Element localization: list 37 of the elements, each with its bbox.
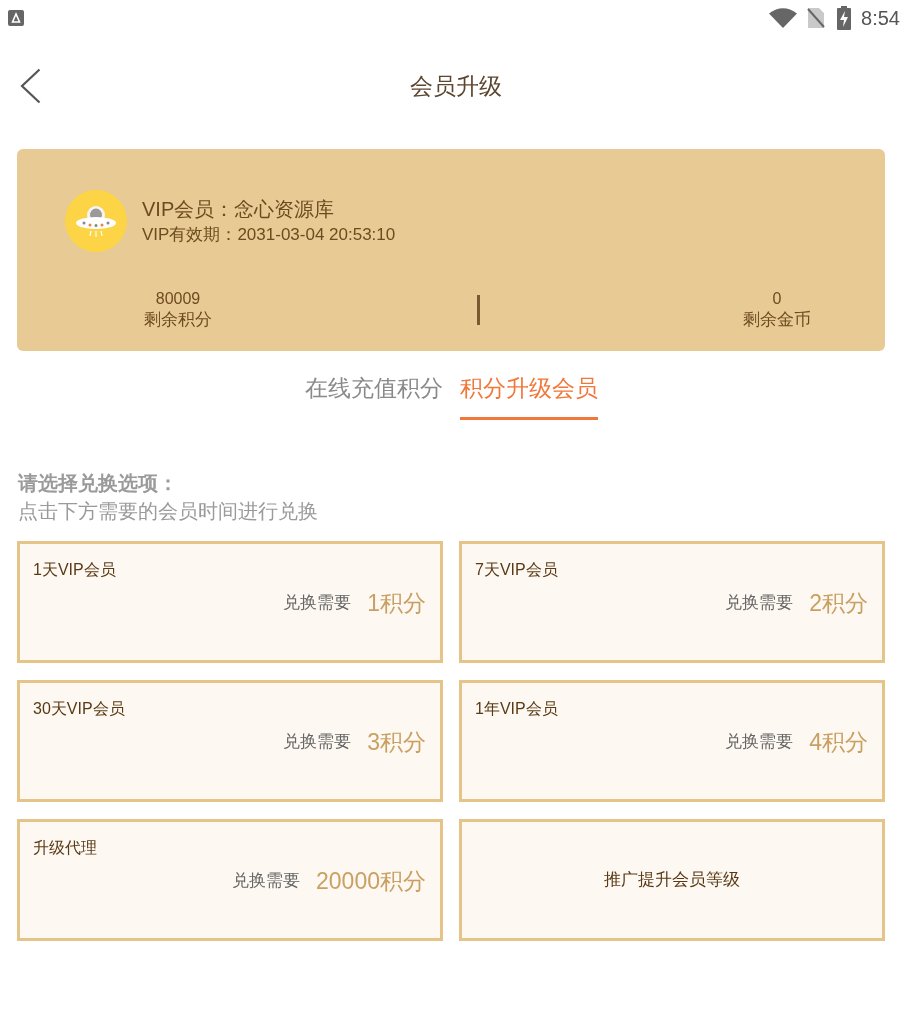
exchange-option-card[interactable]: 30天VIP会员 兑换需要 3积分 bbox=[17, 680, 443, 802]
option-title: 7天VIP会员 bbox=[475, 560, 558, 580]
cost-label: 兑换需要 bbox=[283, 592, 352, 614]
stat-label: 剩余金币 bbox=[743, 309, 811, 331]
option-title: 1年VIP会员 bbox=[475, 699, 558, 719]
wifi-icon bbox=[769, 8, 798, 28]
cost-label: 兑换需要 bbox=[283, 731, 352, 753]
cost-label: 兑换需要 bbox=[725, 731, 794, 753]
back-icon[interactable] bbox=[20, 68, 41, 104]
stat-value: 80009 bbox=[155, 289, 201, 309]
cost-points: 4积分 bbox=[809, 728, 868, 757]
clock-time: 8:54 bbox=[861, 6, 900, 30]
cost-points: 2积分 bbox=[809, 589, 868, 618]
cost-points: 1积分 bbox=[367, 589, 426, 618]
battery-charging-icon bbox=[837, 6, 852, 30]
promote-level-button[interactable]: 推广提升会员等级 bbox=[459, 819, 885, 941]
cost-points: 20000积分 bbox=[316, 867, 426, 896]
cost-label: 兑换需要 bbox=[232, 870, 301, 892]
section-hint: 点击下方需要的会员时间进行兑换 bbox=[18, 499, 318, 524]
no-sim-icon bbox=[807, 7, 826, 29]
member-name: VIP会员：念心资源库 bbox=[142, 196, 336, 222]
section-heading: 请选择兑换选项： bbox=[18, 471, 178, 496]
cost-label: 兑换需要 bbox=[725, 592, 794, 614]
option-title: 1天VIP会员 bbox=[33, 560, 116, 580]
option-title: 升级代理 bbox=[33, 838, 97, 858]
vip-expiry-date: VIP有效期：2031-03-04 20:53:10 bbox=[142, 223, 396, 246]
stat-value: 0 bbox=[772, 289, 782, 309]
stat-label: 剩余积分 bbox=[144, 309, 212, 331]
exchange-option-card[interactable]: 1年VIP会员 兑换需要 4积分 bbox=[459, 680, 885, 802]
app-notification-icon bbox=[8, 10, 24, 26]
option-title: 30天VIP会员 bbox=[33, 699, 125, 719]
exchange-option-card[interactable]: 1天VIP会员 兑换需要 1积分 bbox=[17, 541, 443, 663]
cost-points: 3积分 bbox=[367, 728, 426, 757]
exchange-option-card[interactable]: 升级代理 兑换需要 20000积分 bbox=[17, 819, 443, 941]
ufo-avatar-icon bbox=[65, 190, 127, 252]
page-title: 会员升级 bbox=[410, 72, 502, 101]
exchange-option-card[interactable]: 7天VIP会员 兑换需要 2积分 bbox=[459, 541, 885, 663]
